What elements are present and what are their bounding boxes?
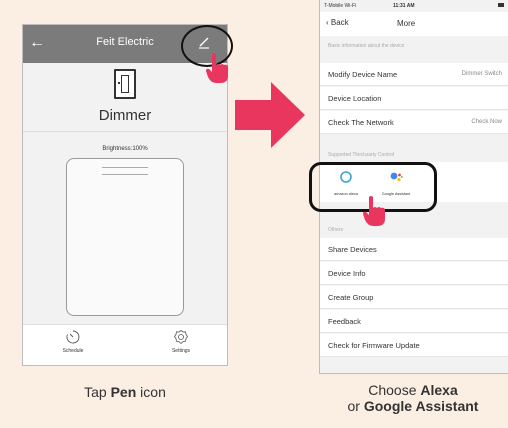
caption-bold: Alexa	[420, 382, 458, 398]
row-label: Device Info	[328, 269, 366, 278]
row-label: Check The Network	[328, 118, 394, 127]
check-now-link[interactable]: Check Now	[471, 119, 502, 125]
battery-icon	[498, 3, 504, 7]
row-device-info[interactable]: Device Info	[320, 262, 508, 285]
section-header-third-party: Supported Third-party Control	[328, 152, 395, 158]
caption-right: Choose Alexa or Google Assistant	[318, 382, 508, 414]
back-label: Back	[330, 18, 349, 27]
row-label: Modify Device Name	[328, 70, 398, 79]
nav-bar: ‹ Back More	[320, 12, 508, 36]
carrier-label: T-Mobile Wi-Fi	[324, 3, 357, 9]
row-label: Check for Firmware Update	[328, 341, 420, 350]
row-share-devices[interactable]: Share Devices	[320, 238, 508, 261]
row-device-location[interactable]: Device Location	[320, 87, 508, 110]
row-firmware-update[interactable]: Check for Firmware Update	[320, 334, 508, 357]
brightness-fill	[67, 159, 183, 315]
row-modify-device-name[interactable]: Modify Device Name Dimmer Switch	[320, 63, 508, 86]
tab-label: Schedule	[62, 348, 84, 354]
nav-title: More	[397, 19, 416, 28]
tab-bar: Schedule Settings	[23, 324, 227, 365]
gear-icon	[174, 330, 188, 345]
row-label: Feedback	[328, 317, 361, 326]
tab-label: Settings	[171, 348, 191, 354]
section-header-basic: Basic information about the device	[328, 43, 405, 49]
row-value: Dimmer Switch	[461, 71, 502, 77]
row-check-network[interactable]: Check The Network Check Now	[320, 111, 508, 134]
caption-bold: Google Assistant	[363, 398, 479, 414]
brightness-slider[interactable]	[66, 158, 184, 316]
arrow-right-icon	[235, 82, 305, 148]
tap-hand-icon	[206, 53, 228, 83]
dimmer-switch-icon	[114, 69, 136, 99]
status-time: 11:31 AM	[393, 3, 415, 9]
caption-text: or	[347, 398, 364, 414]
section-header-others: Others	[328, 227, 344, 233]
tab-settings[interactable]: Settings	[151, 329, 211, 354]
caption-text: Tap	[84, 384, 111, 400]
caption-text: icon	[136, 384, 166, 400]
row-feedback[interactable]: Feedback	[320, 310, 508, 333]
back-button[interactable]: ‹ Back	[326, 18, 349, 27]
timer-icon	[66, 330, 80, 344]
row-label: Device Location	[328, 94, 382, 103]
row-label: Share Devices	[328, 245, 377, 254]
tab-schedule[interactable]: Schedule	[43, 329, 103, 354]
divider	[23, 131, 227, 132]
row-create-group[interactable]: Create Group	[320, 286, 508, 309]
phone-screen-device: ← Feit Electric Dimmer Brightness:100% S…	[22, 24, 228, 366]
caption-text: Choose	[368, 382, 421, 398]
brightness-label: Brightness:100%	[102, 146, 148, 152]
status-bar: T-Mobile Wi-Fi 11:31 AM	[320, 0, 508, 12]
caption-left: Tap Pen icon	[60, 384, 190, 400]
device-name: Dimmer	[98, 107, 152, 124]
row-label: Create Group	[328, 293, 374, 302]
slider-handle[interactable]	[102, 167, 148, 175]
tap-hand-icon	[363, 196, 385, 226]
caption-bold: Pen	[110, 384, 137, 400]
